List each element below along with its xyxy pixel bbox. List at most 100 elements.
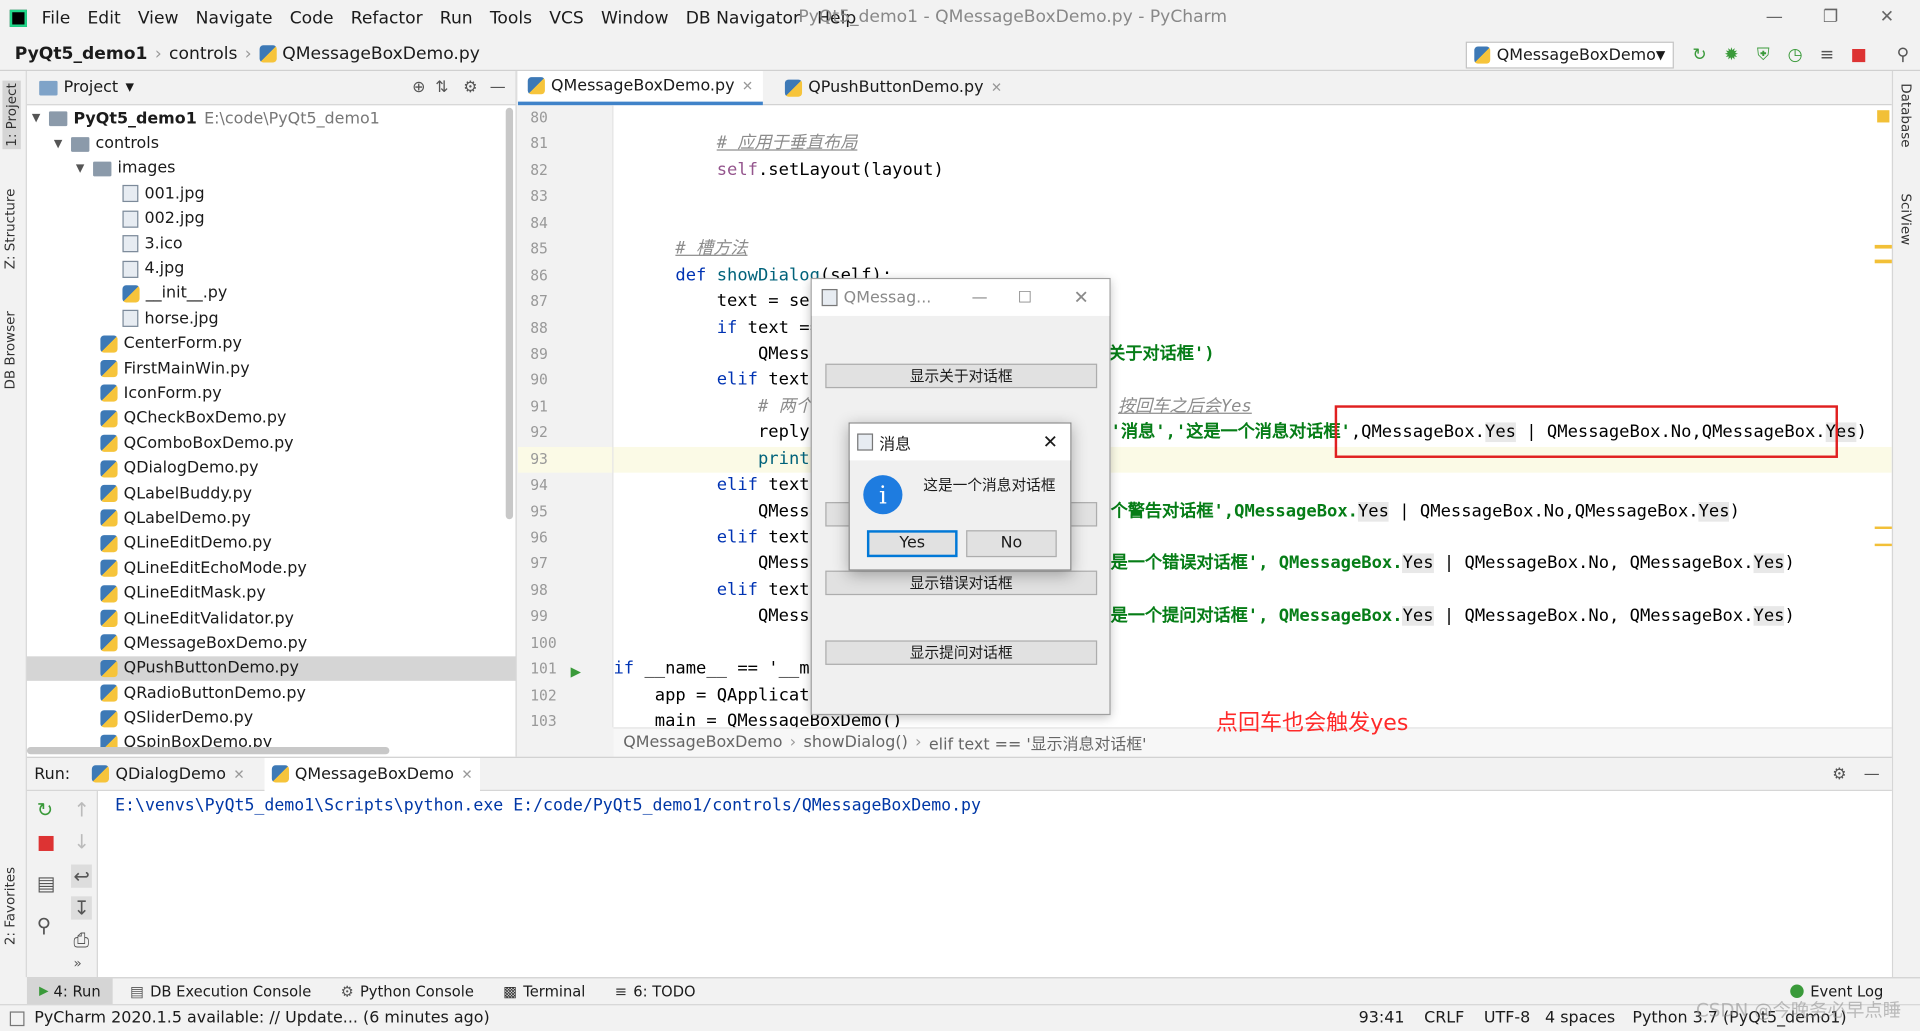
line-separator[interactable]: CRLF — [1424, 1009, 1464, 1027]
expand-arrow-icon[interactable]: ▼ — [76, 163, 93, 175]
menu-view[interactable]: View — [138, 9, 179, 29]
horizontal-scrollbar[interactable] — [26, 746, 390, 755]
tree-file[interactable]: QDialogDemo.py — [27, 456, 516, 481]
chevron-down-icon[interactable]: ▼ — [125, 81, 133, 93]
run-config-dropdown[interactable]: QMessageBoxDemo ▼ — [1465, 41, 1674, 69]
menu-navigate[interactable]: Navigate — [196, 9, 273, 29]
tree-file[interactable]: QLineEditDemo.py — [27, 531, 516, 556]
tree-file[interactable]: __init__.py — [27, 281, 516, 306]
status-toggle-icon[interactable] — [9, 1010, 25, 1026]
locate-file-icon[interactable]: ⊕ — [412, 78, 425, 96]
message-box-titlebar[interactable]: 消息 ✕ — [849, 423, 1071, 461]
tree-file[interactable]: QLineEditEchoMode.py — [27, 556, 516, 581]
caret-position[interactable]: 93:41 — [1359, 1009, 1405, 1027]
tree-file[interactable]: 002.jpg — [27, 206, 516, 231]
run-gutter-icon[interactable]: ▶ — [571, 664, 581, 680]
tab-db-execution-console[interactable]: ▤ DB Execution Console — [118, 978, 324, 1005]
tree-file[interactable]: 4.jpg — [27, 256, 516, 281]
tree-file[interactable]: 001.jpg — [27, 181, 516, 206]
no-button[interactable]: No — [966, 530, 1057, 558]
tree-file[interactable]: QRadioButtonDemo.py — [27, 681, 516, 706]
close-icon[interactable]: ✕ — [1876, 7, 1898, 27]
scroll-to-end-icon[interactable]: ↧ — [71, 896, 93, 920]
maximize-icon[interactable]: ❐ — [1820, 7, 1842, 27]
yes-button[interactable]: Yes — [866, 530, 958, 558]
tree-file[interactable]: QLineEditValidator.py — [27, 606, 516, 631]
menu-window[interactable]: Window — [601, 9, 669, 29]
run-tab-qmessageboxdemo[interactable]: QMessageBoxDemo ✕ — [264, 757, 481, 791]
minimize-icon[interactable]: — — [1763, 7, 1785, 27]
menu-tools[interactable]: Tools — [490, 9, 532, 29]
concurrency-icon[interactable]: ≡ — [1815, 43, 1839, 67]
tree-folder-images[interactable]: ▼ images — [27, 156, 516, 181]
tab-run[interactable]: ▶ 4: Run — [26, 977, 113, 1005]
print-icon[interactable]: ⎙ — [73, 928, 89, 952]
profile-icon[interactable]: ◷ — [1783, 43, 1807, 67]
tab-python-console[interactable]: ⚙ Python Console — [328, 978, 486, 1005]
tab-terminal[interactable]: ▩ Terminal — [491, 978, 598, 1005]
tree-file[interactable]: IconForm.py — [27, 381, 516, 406]
menu-db-navigator[interactable]: DB Navigator — [686, 9, 800, 29]
collapse-all-icon[interactable]: ⇅ — [435, 78, 448, 96]
tree-file[interactable]: QPushButtonDemo.py — [26, 655, 516, 681]
tree-folder-controls[interactable]: ▼ controls — [27, 131, 516, 156]
coverage-icon[interactable]: ⛨ — [1751, 43, 1775, 67]
vertical-scrollbar[interactable] — [505, 107, 514, 520]
error-stripe-mark[interactable] — [1874, 259, 1892, 264]
qt-window-titlebar[interactable]: QMessag... — ☐ ✕ — [811, 279, 1110, 316]
file-encoding[interactable]: UTF-8 — [1484, 1009, 1530, 1027]
menu-edit[interactable]: Edit — [87, 9, 120, 29]
maximize-icon[interactable]: ☐ — [997, 288, 1053, 306]
menu-vcs[interactable]: VCS — [549, 9, 584, 29]
sciview-tool-tab[interactable]: SciView — [1898, 193, 1914, 245]
stop-icon[interactable]: ■ — [1847, 43, 1871, 67]
tree-root[interactable]: ▼ PyQt5_demo1 E:\code\PyQt5_demo1 — [27, 107, 516, 132]
editor-crumb-method[interactable]: showDialog() — [804, 733, 908, 751]
error-stripe-mark[interactable] — [1874, 526, 1892, 547]
minimize-icon[interactable]: — — [962, 288, 996, 306]
inspection-warning-icon[interactable] — [1877, 110, 1890, 123]
editor-crumb-branch[interactable]: elif text == '显示消息对话框' — [929, 731, 1147, 754]
layout-icon[interactable]: ▤ — [37, 872, 56, 895]
favorites-tool-tab[interactable]: 2: Favorites — [2, 867, 18, 945]
menu-run[interactable]: Run — [440, 9, 473, 29]
close-tab-icon[interactable]: ✕ — [991, 80, 1002, 96]
show-about-dialog-button[interactable]: 显示关于对话框 — [825, 363, 1098, 389]
up-arrow-icon[interactable]: ↑ — [73, 798, 89, 821]
hide-panel-icon[interactable]: — — [490, 78, 506, 96]
stop-icon[interactable]: ■ — [37, 830, 56, 853]
tree-file[interactable]: QLineEditMask.py — [27, 581, 516, 606]
run-console[interactable]: E:\venvs\PyQt5_demo1\Scripts\python.exe … — [97, 791, 1892, 978]
tree-file[interactable]: QCheckBoxDemo.py — [27, 406, 516, 431]
debug-icon[interactable]: ✹ — [1719, 43, 1743, 67]
tree-file[interactable]: QSliderDemo.py — [27, 706, 516, 731]
close-tab-icon[interactable]: ✕ — [742, 78, 753, 94]
tab-qpushbuttondemo[interactable]: QPushButtonDemo.py ✕ — [775, 70, 1012, 104]
pin-icon[interactable]: ⚲ — [37, 913, 51, 936]
tree-file[interactable]: QComboBoxDemo.py — [27, 431, 516, 456]
down-arrow-icon[interactable]: ↓ — [73, 830, 89, 853]
show-question-dialog-button[interactable]: 显示提问对话框 — [825, 640, 1098, 665]
close-tab-icon[interactable]: ✕ — [461, 766, 472, 782]
more-icon[interactable]: » — [73, 955, 81, 971]
breadcrumb-file[interactable]: QMessageBoxDemo.py — [282, 43, 480, 63]
breadcrumb-folder[interactable]: controls — [169, 43, 237, 63]
tree-file[interactable]: QLabelDemo.py — [27, 506, 516, 531]
project-panel-title[interactable]: Project — [64, 78, 118, 96]
project-tool-tab[interactable]: 1: Project — [2, 80, 21, 150]
menu-file[interactable]: File — [42, 9, 71, 29]
expand-arrow-icon[interactable]: ▼ — [32, 113, 49, 125]
show-error-dialog-button[interactable]: 显示错误对话框 — [825, 570, 1098, 596]
tree-file[interactable]: QMessageBoxDemo.py — [27, 631, 516, 656]
rerun-icon[interactable]: ↻ — [1687, 43, 1711, 67]
hide-panel-icon[interactable]: — — [1864, 765, 1880, 783]
run-tab-qdialogdemo[interactable]: QDialogDemo ✕ — [92, 765, 245, 783]
close-icon[interactable]: ✕ — [1043, 431, 1058, 453]
editor-crumb-class[interactable]: QMessageBoxDemo — [623, 733, 782, 751]
database-tool-tab[interactable]: Database — [1898, 83, 1914, 147]
rerun-icon[interactable]: ↻ — [37, 798, 53, 821]
status-message[interactable]: PyCharm 2020.1.5 available: // Update...… — [34, 1009, 489, 1027]
tab-todo[interactable]: ≡ 6: TODO — [603, 978, 708, 1005]
breadcrumb-project[interactable]: PyQt5_demo1 — [15, 43, 148, 63]
structure-tool-tab[interactable]: Z: Structure — [2, 189, 18, 270]
